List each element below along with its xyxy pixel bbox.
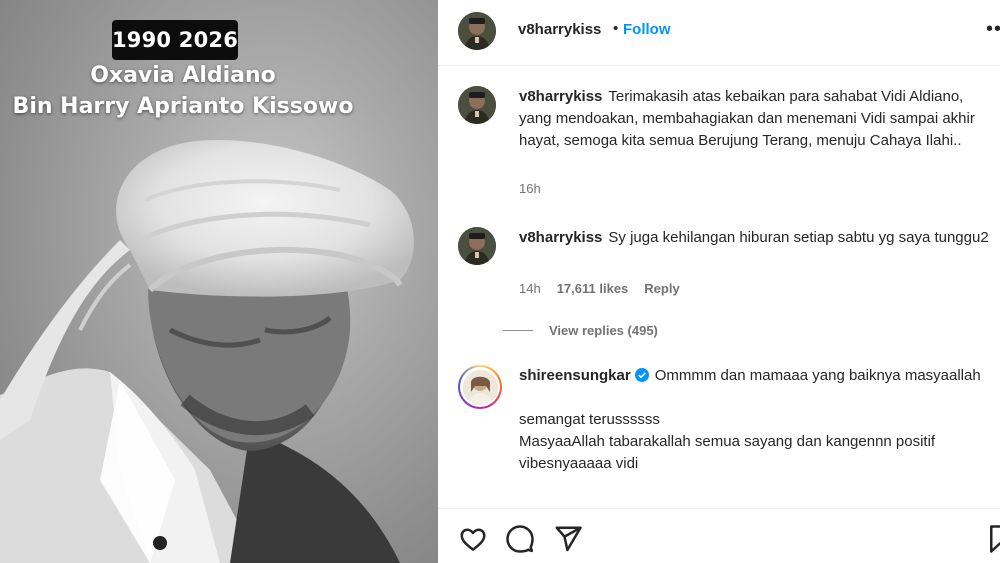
reply-button[interactable]: Reply	[644, 281, 679, 296]
likes-count[interactable]: 17,611 likes	[557, 281, 629, 296]
avatar	[462, 369, 498, 405]
follow-button[interactable]: Follow	[623, 21, 671, 38]
view-replies-button[interactable]: View replies (495)	[503, 323, 658, 338]
divider-line	[503, 330, 533, 331]
comment-text: v8harrykiss Sy juga kehilangan hiburan se…	[519, 227, 999, 249]
verified-badge-icon	[634, 368, 649, 382]
profile-photo-icon	[458, 12, 496, 50]
avatar[interactable]	[458, 12, 496, 50]
post-header: v8harrykiss • Follow ••	[438, 0, 1000, 66]
profile-photo-icon	[458, 227, 496, 265]
bookmark-icon[interactable]	[985, 524, 1000, 554]
comment-body: Ommmm dan mamaaa yang baiknya masyaallah	[654, 367, 981, 384]
comment-meta: 16h	[519, 181, 541, 196]
profile-photo-icon	[458, 86, 496, 124]
action-bar	[438, 508, 1000, 563]
comment-time[interactable]: 14h	[519, 281, 541, 296]
comment-text: shireensungkar Ommmm dan mamaaa yang baik…	[519, 365, 999, 475]
post-side-panel: v8harrykiss • Follow •• v8harrykissTerim…	[438, 0, 1000, 563]
comments-list[interactable]: v8harrykiss Terimakasih atas kebaikan par…	[438, 67, 1000, 507]
header-username[interactable]: v8harrykiss	[518, 21, 601, 38]
comment-body-line: MasyaaAllah tabarakallah semua sayang da…	[519, 433, 936, 472]
avatar[interactable]	[458, 86, 496, 124]
separator-dot: •	[613, 20, 619, 37]
comment-username[interactable]: v8harrykiss	[519, 88, 602, 105]
comment-username[interactable]: v8harrykiss	[519, 229, 602, 246]
years-label: 1990 2026	[112, 20, 238, 60]
comment-username[interactable]: shireensungkar	[519, 367, 631, 384]
name-line-1: Oxavia Aldiano	[90, 63, 276, 88]
heart-icon[interactable]	[458, 524, 488, 554]
profile-photo-icon	[462, 369, 498, 405]
comment-icon[interactable]	[505, 524, 535, 554]
comment-text: v8harrykiss Terimakasih atas kebaikan par…	[519, 86, 999, 152]
comment-body-line: semangat terussssss	[519, 411, 660, 428]
name-line-2: Bin Harry Aprianto Kissowo	[12, 94, 354, 119]
share-icon[interactable]	[553, 524, 583, 554]
avatar[interactable]	[458, 227, 496, 265]
view-replies-label: View replies (495)	[549, 323, 658, 338]
post-image[interactable]: 1990 2026 Oxavia Aldiano Bin Harry Apria…	[0, 0, 438, 563]
comment-meta: 14h 17,611 likes Reply	[519, 281, 680, 296]
more-horizontal-icon[interactable]: ••	[986, 18, 1000, 41]
comment-body: Sy juga kehilangan hiburan setiap sabtu …	[608, 229, 989, 246]
comment-time[interactable]: 16h	[519, 181, 541, 196]
story-ring[interactable]	[458, 365, 502, 409]
